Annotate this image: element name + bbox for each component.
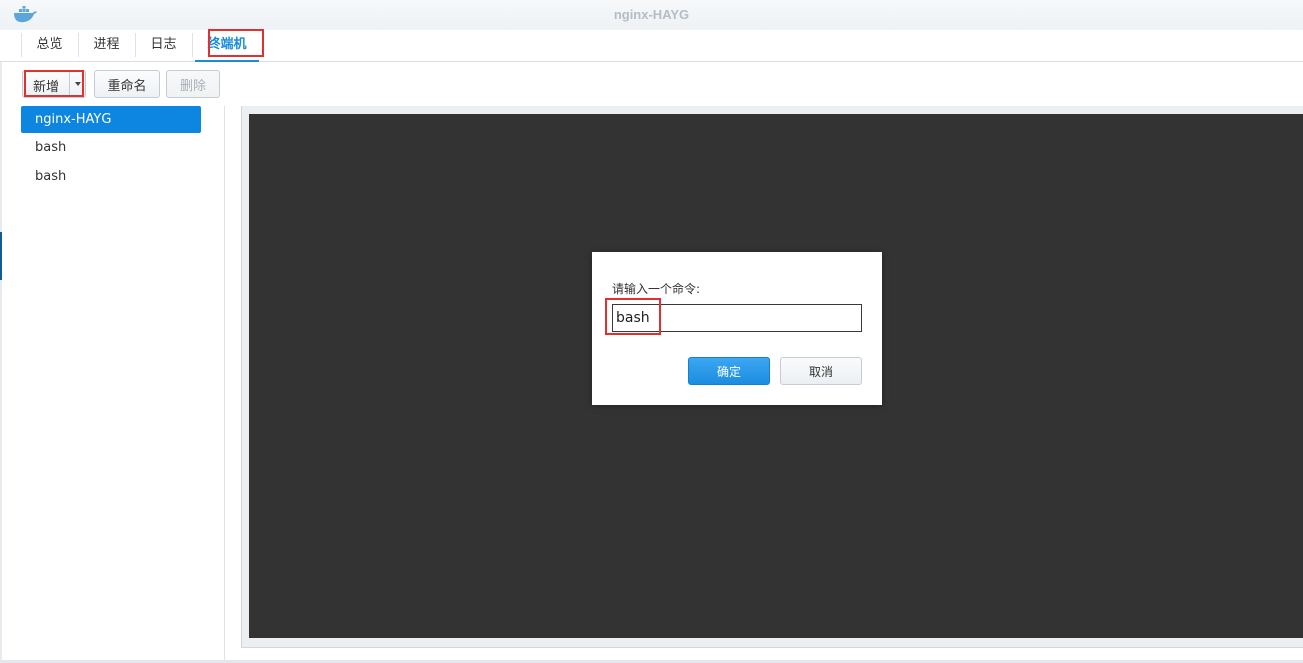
tab-logs[interactable]: 日志 <box>135 30 192 61</box>
session-item-bash-2[interactable]: bash <box>21 163 201 190</box>
ok-button[interactable]: 确定 <box>688 357 770 385</box>
command-dialog: 请输入一个命令: 确定 取消 <box>592 252 882 405</box>
ok-button-label: 确定 <box>716 364 741 379</box>
window-title: nginx-HAYG <box>613 7 690 22</box>
tab-bar: 总览 进程 日志 终端机 <box>0 30 1303 62</box>
add-session-split-button[interactable]: 新增 <box>22 70 86 98</box>
tab-label: 进程 <box>93 37 120 52</box>
session-item-label: bash <box>35 140 67 155</box>
tab-processes[interactable]: 进程 <box>78 30 135 61</box>
command-input[interactable] <box>612 304 862 332</box>
cancel-button-label: 取消 <box>808 364 833 379</box>
cancel-button[interactable]: 取消 <box>780 357 862 385</box>
tab-label: 终端机 <box>207 37 247 52</box>
tab-label: 总览 <box>36 37 63 52</box>
add-button-label: 新增 <box>33 80 60 95</box>
session-item-label: bash <box>35 169 67 184</box>
add-dropdown-arrow[interactable] <box>69 71 85 97</box>
title-bar: nginx-HAYG <box>0 0 1303 30</box>
tab-label: 日志 <box>150 37 177 52</box>
session-item-nginx-hayg[interactable]: nginx-HAYG <box>21 106 201 133</box>
toolbar: 新增 重命名 删除 <box>0 62 1303 106</box>
tab-overview[interactable]: 总览 <box>21 30 78 61</box>
command-prompt-label: 请输入一个命令: <box>612 282 701 296</box>
session-list: nginx-HAYG bash bash <box>0 106 225 663</box>
delete-button[interactable]: 删除 <box>166 70 220 98</box>
rename-button[interactable]: 重命名 <box>94 70 160 98</box>
tab-terminal[interactable]: 终端机 <box>192 30 262 62</box>
delete-button-label: 删除 <box>179 78 206 94</box>
rename-button-label: 重命名 <box>107 78 147 94</box>
session-item-bash-1[interactable]: bash <box>21 134 201 161</box>
session-item-label: nginx-HAYG <box>35 112 112 127</box>
chevron-down-icon <box>74 82 81 86</box>
